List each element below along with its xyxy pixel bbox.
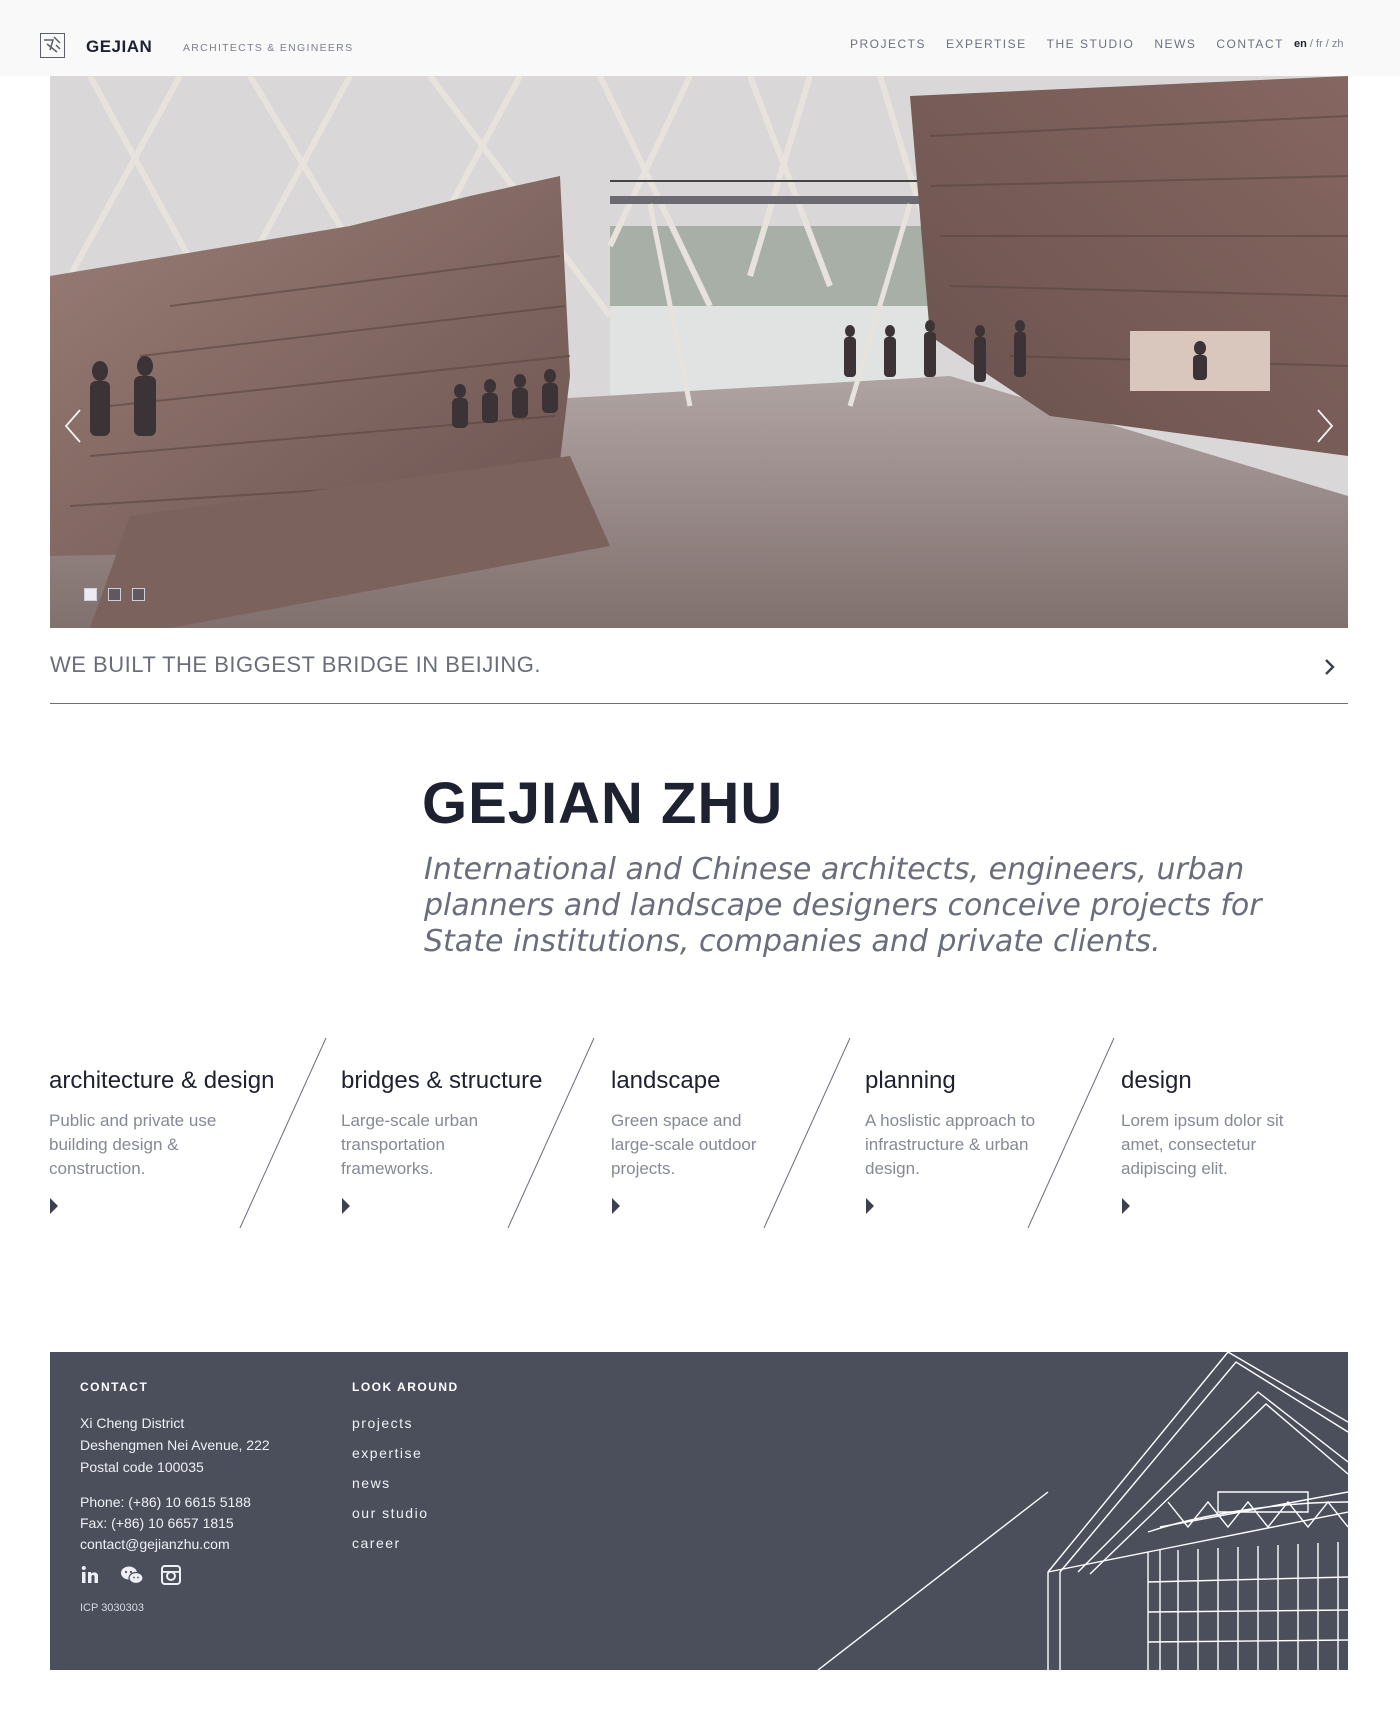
expertise-section: architecture & design Public and private… [0,1038,1400,1228]
divider-line [763,1038,851,1228]
footer-links: projects expertise news our studio caree… [352,1408,428,1558]
chevron-left-icon [64,409,81,443]
footer-link-expertise[interactable]: expertise [352,1438,428,1468]
hero-next-arrow[interactable] [1312,406,1338,446]
slider-dot-3[interactable] [132,588,145,601]
footer-contact-heading: CONTACT [80,1380,149,1394]
arrow-right-icon[interactable] [341,1198,351,1214]
address-line: Deshengmen Nei Avenue, 222 [80,1437,270,1453]
hero-prev-arrow[interactable] [60,406,86,446]
footer-phone: Phone: (+86) 10 6615 5188 [80,1494,251,1510]
intro-text: International and Chinese architects, en… [424,852,1262,959]
footer-link-news[interactable]: news [352,1468,428,1498]
hero-image [50,76,1348,628]
promo-bar[interactable]: WE BUILT THE BIGGEST BRIDGE IN BEIJING. [50,628,1348,704]
expertise-desc: Large-scale urban transportation framewo… [341,1111,479,1178]
expertise-design[interactable]: design Lorem ipsum dolor sit amet, conse… [1121,1038,1321,1181]
promo-text: WE BUILT THE BIGGEST BRIDGE IN BEIJING. [50,652,541,677]
nav-projects[interactable]: PROJECTS [850,37,926,51]
slider-dot-2[interactable] [108,588,121,601]
footer-phone-block: Phone: (+86) 10 6615 5188 Fax: (+86) 10 … [80,1492,251,1555]
lang-en[interactable]: en [1294,38,1307,50]
logo-icon[interactable] [40,33,65,58]
slider-dots [84,588,145,601]
intro-title: GEJIAN ZHU [422,771,784,836]
brand-name[interactable]: GEJIAN [86,37,152,57]
icp-number: ICP 3030303 [80,1602,145,1614]
chevron-right-icon [1317,409,1334,443]
footer-fax: Fax: (+86) 10 6657 1815 [80,1515,234,1531]
footer-link-projects[interactable]: projects [352,1408,428,1438]
social-links [80,1564,182,1586]
arrow-right-icon[interactable] [1324,658,1336,676]
building-line-drawing [817,1352,1348,1670]
expertise-desc: Green space and large-scale outdoor proj… [611,1111,757,1178]
nav-news[interactable]: NEWS [1154,37,1196,51]
main-nav: PROJECTS EXPERTISE THE STUDIO NEWS CONTA… [850,37,1304,51]
divider-line [507,1038,595,1228]
arrow-right-icon[interactable] [865,1198,875,1214]
footer-look-heading: LOOK AROUND [352,1380,459,1394]
nav-expertise[interactable]: EXPERTISE [946,37,1027,51]
nav-the-studio[interactable]: THE STUDIO [1047,37,1135,51]
brand-tagline: ARCHITECTS & ENGINEERS [183,42,354,54]
arrow-right-icon[interactable] [1121,1198,1131,1214]
lang-fr[interactable]: fr [1316,38,1323,50]
slider-dot-1[interactable] [84,588,97,601]
divider-line [239,1038,327,1228]
footer-link-career[interactable]: career [352,1528,428,1558]
divider-line [1027,1038,1115,1228]
arrow-right-icon[interactable] [49,1198,59,1214]
arrow-right-icon[interactable] [611,1198,621,1214]
nav-contact[interactable]: CONTACT [1216,37,1284,51]
instagram-icon[interactable] [160,1564,182,1586]
wechat-icon[interactable] [120,1564,144,1586]
site-header: GEJIAN ARCHITECTS & ENGINEERS PROJECTS E… [0,0,1400,76]
expertise-desc: Public and private use building design &… [49,1111,217,1178]
footer-email[interactable]: contact@gejianzhu.com [80,1534,251,1555]
expertise-desc: Lorem ipsum dolor sit amet, consectetur … [1121,1111,1284,1178]
language-switcher: en / fr / zh [1294,38,1344,50]
address-line: Xi Cheng District [80,1415,185,1431]
footer-link-our-studio[interactable]: our studio [352,1498,428,1528]
address-line: Postal code 100035 [80,1459,204,1475]
lang-zh[interactable]: zh [1332,38,1344,50]
hero-slider [50,76,1348,628]
footer-address: Xi Cheng District Deshengmen Nei Avenue,… [80,1412,270,1478]
site-footer: CONTACT Xi Cheng District Deshengmen Nei… [50,1352,1348,1670]
expertise-title: design [1121,1067,1192,1094]
linkedin-icon[interactable] [80,1564,102,1586]
